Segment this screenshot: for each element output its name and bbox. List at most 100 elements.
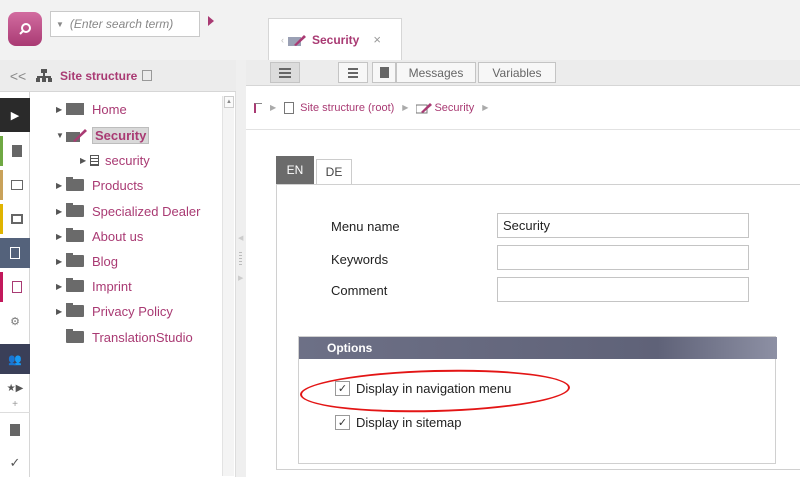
search-input[interactable]: ▼ (Enter search term) — [50, 11, 200, 37]
site-structure-rail-icon — [10, 247, 20, 259]
tree-item-security[interactable]: ▼ Security — [56, 124, 150, 146]
tab-en[interactable]: EN — [276, 156, 314, 184]
content-icon — [11, 281, 22, 293]
search-go-arrow-icon[interactable] — [208, 16, 214, 26]
chevron-left-icon[interactable]: ◀ — [238, 234, 243, 242]
grip-icon — [239, 252, 242, 266]
top-bar: ▼ (Enter search term) ‹ Security × — [0, 0, 800, 60]
table-icon — [10, 180, 23, 190]
tree-item-blog[interactable]: ▶ Blog — [56, 250, 118, 272]
tab-de[interactable]: DE — [316, 159, 352, 184]
chevron-right-icon[interactable]: ▶ — [56, 257, 66, 266]
pages-icon — [11, 145, 22, 157]
rail-add-button[interactable]: + — [0, 398, 30, 410]
display-in-sitemap-label: Display in sitemap — [356, 415, 462, 430]
chevron-right-icon[interactable]: ▶ — [56, 282, 66, 291]
breadcrumb-current-link[interactable]: Security — [434, 102, 474, 114]
breadcrumb-root-link[interactable]: Site structure (root) — [300, 102, 394, 114]
chevron-right-icon[interactable]: ▶ — [56, 105, 66, 114]
keywords-input[interactable] — [497, 245, 749, 270]
rail-site-structure-button[interactable] — [0, 238, 30, 268]
panel-splitter[interactable]: ◀ ▶ — [236, 60, 246, 477]
chevron-right-icon[interactable]: ▶ — [56, 181, 66, 190]
rail-settings-button[interactable]: ⚙ — [0, 306, 30, 336]
display-in-sitemap-checkbox[interactable]: ✓ — [335, 415, 350, 430]
pin-icon[interactable] — [142, 70, 153, 81]
variables-button[interactable]: Variables — [478, 62, 556, 83]
close-icon[interactable]: × — [373, 32, 381, 47]
chevron-right-icon[interactable]: ▶ — [482, 103, 488, 112]
rail-play-button[interactable]: ▶ — [0, 98, 30, 132]
chevron-down-icon[interactable]: ▼ — [56, 20, 64, 29]
options-header: Options — [299, 337, 777, 359]
tab-label: Security — [312, 32, 360, 47]
tree-item-specialized-dealer[interactable]: ▶ Specialized Dealer — [56, 200, 200, 222]
chevron-right-icon[interactable]: ▶ — [56, 232, 66, 241]
display-in-navigation-checkbox[interactable]: ✓ — [335, 381, 350, 396]
options-group: Options ✓ Display in navigation menu ✓ D… — [298, 336, 777, 464]
breadcrumb: ▶ Site structure (root) ▶ Security ▶ — [246, 86, 800, 130]
tree-item-label: About us — [92, 228, 144, 244]
chevron-right-icon[interactable]: ▶ — [56, 207, 66, 216]
view-page-button[interactable] — [372, 62, 396, 83]
chevron-right-icon[interactable]: ▶ — [80, 156, 90, 165]
media-icon — [10, 214, 23, 224]
site-structure-icon — [284, 101, 295, 114]
rail-media-button[interactable] — [0, 204, 30, 234]
comment-label: Comment — [331, 283, 388, 298]
tree-item-label: Privacy Policy — [92, 303, 173, 319]
folder-icon — [66, 103, 84, 115]
check-icon: ✓ — [337, 383, 348, 395]
search-icon — [19, 23, 31, 35]
rail-favorites-button[interactable]: ★▶ — [0, 378, 30, 398]
chevron-left-icon: ‹ — [281, 34, 284, 45]
folder-edit-icon — [66, 129, 87, 142]
rail-content-button[interactable] — [0, 272, 30, 302]
chevron-right-icon: ▶ — [270, 103, 277, 112]
keywords-label: Keywords — [331, 252, 389, 267]
rail-structure-button[interactable] — [0, 170, 30, 200]
display-in-sitemap-row[interactable]: ✓ Display in sitemap — [335, 415, 462, 430]
tree-item-imprint[interactable]: ▶ Imprint — [56, 275, 132, 297]
comment-input[interactable] — [497, 277, 749, 302]
rail-copy-button[interactable] — [0, 412, 30, 446]
tree-item-label: TranslationStudio — [92, 329, 193, 345]
chevron-right-icon[interactable]: ▶ — [56, 307, 66, 316]
icon-rail: ▶ ⚙ 👥 ★▶ + ✓ — [0, 92, 30, 477]
tab-security[interactable]: ‹ Security × — [268, 18, 402, 60]
tree-item-security-page[interactable]: ▶ security — [80, 149, 150, 171]
breadcrumb-root-icon[interactable] — [254, 102, 262, 113]
tree-item-home[interactable]: ▶ Home — [56, 98, 127, 120]
gear-icon: ⚙ — [10, 315, 20, 328]
tree-item-privacy-policy[interactable]: ▶ Privacy Policy — [56, 300, 173, 322]
tree-item-products[interactable]: ▶ Products — [56, 174, 143, 196]
tree-item-label: Imprint — [92, 278, 132, 294]
view-outline-button[interactable] — [338, 62, 368, 83]
rail-check-button[interactable]: ✓ — [0, 448, 30, 477]
folder-icon — [66, 329, 84, 343]
folder-icon — [66, 177, 84, 191]
tree-item-about-us[interactable]: ▶ About us — [56, 225, 143, 247]
sidebar-title: Site structure — [60, 68, 138, 83]
view-list-button[interactable] — [270, 62, 300, 83]
chevron-down-icon[interactable]: ▼ — [56, 131, 66, 140]
chevron-right-icon: ▶ — [402, 103, 409, 112]
menu-name-input[interactable] — [497, 213, 749, 238]
messages-button[interactable]: Messages — [396, 62, 476, 83]
sidebar-scrollbar[interactable]: ▲ — [222, 96, 234, 476]
chevron-right-icon[interactable]: ▶ — [238, 274, 243, 282]
tree-item-label: Home — [92, 101, 127, 117]
search-button[interactable] — [8, 12, 42, 46]
rail-pages-button[interactable] — [0, 136, 30, 166]
site-structure-icon — [36, 68, 52, 82]
users-icon: 👥 — [8, 353, 22, 366]
collapse-sidebar-button[interactable]: << — [0, 68, 36, 84]
tree-item-label: Products — [92, 177, 144, 193]
rail-users-button[interactable]: 👥 — [0, 344, 30, 374]
scroll-up-icon[interactable]: ▲ — [224, 96, 234, 108]
tree-item-label: Specialized Dealer — [92, 203, 201, 219]
page-icon — [90, 154, 99, 166]
display-in-navigation-row[interactable]: ✓ Display in navigation menu — [335, 381, 511, 396]
tree-item-translationstudio[interactable]: TranslationStudio — [56, 326, 193, 348]
sidebar-header: << Site structure — [0, 60, 236, 92]
